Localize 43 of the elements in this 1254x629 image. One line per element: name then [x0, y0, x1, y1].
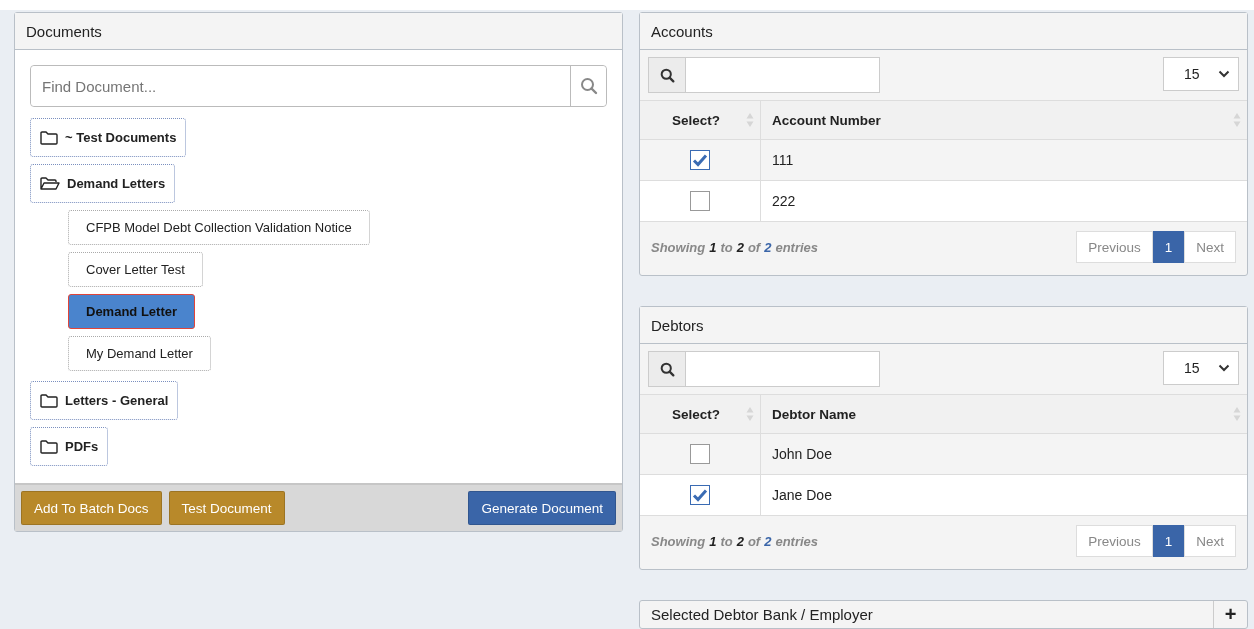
folder-icon [40, 130, 58, 145]
column-header[interactable]: Select? [640, 101, 761, 140]
search-field[interactable] [648, 57, 880, 93]
panel-title: Debtors [651, 316, 704, 334]
chevron-icon [1218, 70, 1230, 78]
pagination-button[interactable]: Previous [1076, 231, 1153, 263]
panel-title: Documents [26, 22, 102, 40]
table-cell: Jane Doe [772, 487, 832, 503]
table-cell: 222 [772, 193, 796, 209]
folder-icon [40, 393, 58, 408]
table-cell: 111 [772, 152, 794, 168]
search-button[interactable] [570, 66, 606, 106]
checkbox[interactable] [690, 485, 710, 505]
search-icon [579, 77, 598, 95]
expand-button[interactable]: + [1213, 601, 1247, 628]
generate-button[interactable]: Generate Document [468, 491, 616, 525]
pagination-button[interactable]: Next [1184, 525, 1236, 557]
page-size-select[interactable]: 15 [1163, 57, 1239, 91]
column-header[interactable]: Select? [640, 395, 761, 434]
entries-info: Showing 1 to 2 of 2 entries [651, 239, 819, 255]
sort-icon [1233, 112, 1241, 128]
document-item[interactable]: Demand Letter [68, 294, 196, 329]
page-size-select[interactable]: 15 [1163, 351, 1239, 385]
table-cell: John Doe [772, 446, 832, 462]
pagination-button[interactable]: 1 [1152, 231, 1185, 263]
entries-info: Showing 1 to 2 of 2 entries [651, 533, 819, 549]
chevron-icon [1218, 364, 1230, 372]
search-icon [659, 67, 675, 83]
search-icon [659, 361, 675, 377]
folder-icon [40, 439, 58, 454]
checkbox[interactable] [690, 444, 710, 464]
sort-icon [746, 112, 754, 128]
sort-icon [746, 406, 754, 422]
checkbox[interactable] [690, 191, 710, 211]
sort-icon [1233, 406, 1241, 422]
pagination-button[interactable]: Previous [1076, 525, 1153, 557]
panel-title: Accounts [651, 22, 713, 40]
search-field[interactable] [648, 351, 880, 387]
pagination-button[interactable]: 1 [1152, 525, 1185, 557]
panel-title: Selected Debtor Bank / Employer [650, 606, 873, 623]
pagination-button[interactable]: Next [1184, 231, 1236, 263]
checkbox[interactable] [690, 150, 710, 170]
folder-icon [40, 176, 60, 191]
